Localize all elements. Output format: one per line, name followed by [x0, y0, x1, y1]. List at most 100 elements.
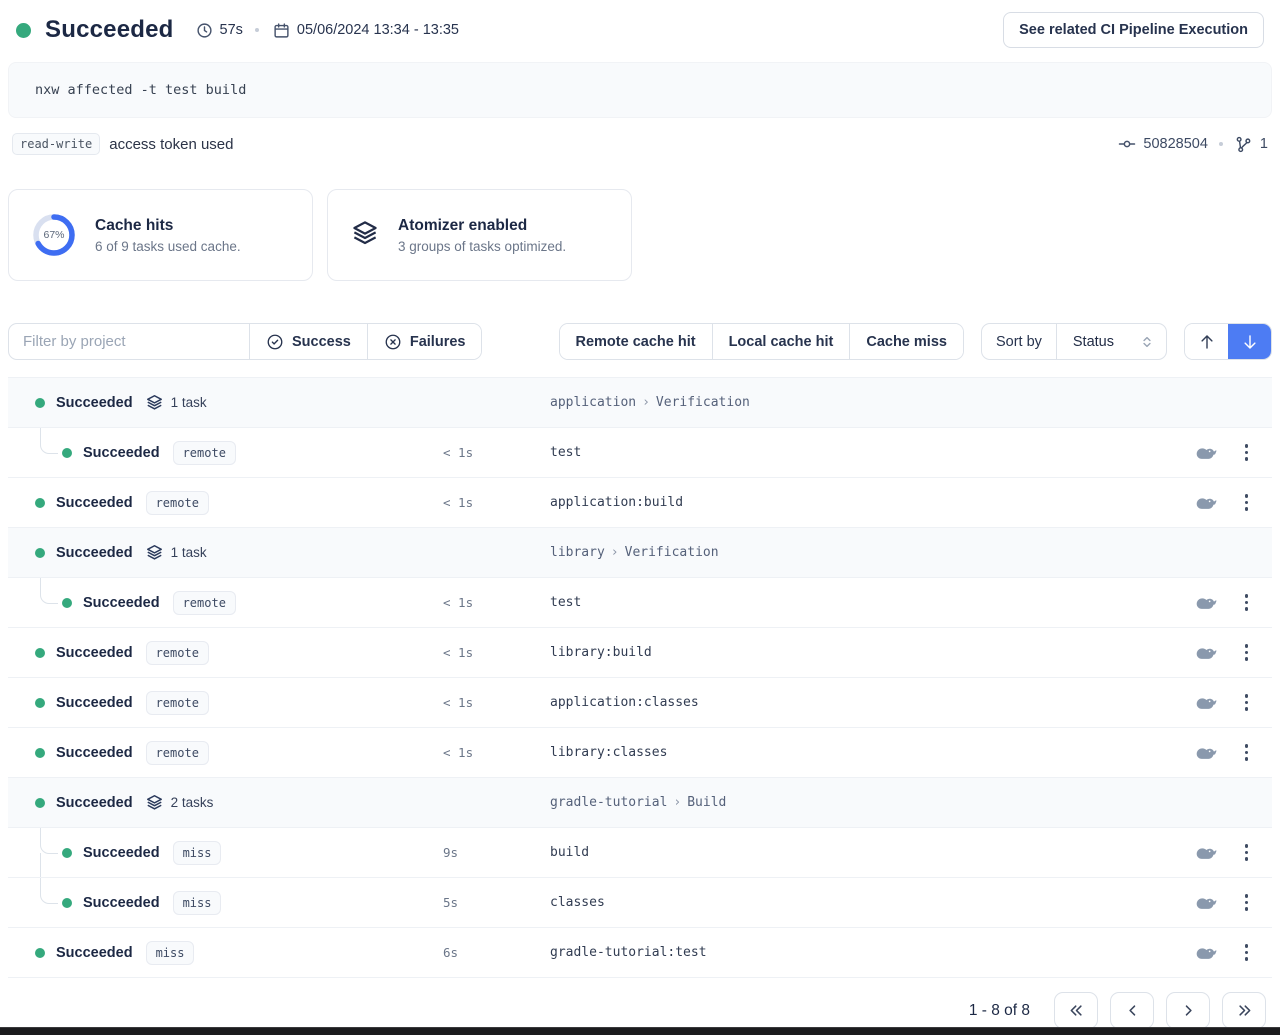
success-filter-label: Success: [292, 334, 351, 350]
header: Succeeded 57s 05/06/2024 13:34 - 13:35 S…: [0, 0, 1280, 56]
sort-ascending-button[interactable]: [1185, 324, 1228, 359]
gradle-elephant-icon[interactable]: [1195, 445, 1217, 460]
atomizer-title: Atomizer enabled: [398, 217, 566, 235]
cache-status-badge: remote: [146, 491, 209, 515]
status-dot: [35, 548, 45, 558]
token-row: read-write access token used 50828504 1: [12, 132, 1268, 156]
filter-by-project-input[interactable]: [9, 324, 249, 359]
run-details-page: { "colors": { "accent_blue": "#4d7cf3", …: [0, 0, 1280, 1035]
commit-info[interactable]: 50828504 1: [1118, 135, 1268, 154]
gradle-elephant-icon[interactable]: [1195, 845, 1217, 860]
chevron-separator: ›: [642, 395, 650, 410]
task-duration: 5s: [443, 895, 458, 910]
status-dot: [62, 598, 72, 608]
row-actions: [1195, 842, 1251, 863]
atomizer-subtitle: 3 groups of tasks optimized.: [398, 239, 566, 254]
gradle-elephant-icon[interactable]: [1195, 945, 1217, 960]
project-filter-group: Success Failures: [8, 323, 482, 360]
sort-select[interactable]: Status: [1056, 324, 1166, 359]
gradle-elephant-icon[interactable]: [1195, 745, 1217, 760]
row-status-label: Succeeded: [83, 445, 160, 461]
last-page-button[interactable]: [1222, 992, 1266, 1029]
run-status-dot: [16, 23, 31, 38]
kebab-menu-icon[interactable]: [1243, 642, 1251, 663]
kebab-menu-icon[interactable]: [1243, 492, 1251, 513]
sort-descending-button[interactable]: [1228, 324, 1271, 359]
task-duration: < 1s: [443, 495, 473, 510]
remote-cache-hit-button[interactable]: Remote cache hit: [560, 324, 712, 359]
task-row[interactable]: Succeededremote< 1sapplication:classes: [8, 678, 1272, 728]
gradle-elephant-icon[interactable]: [1195, 645, 1217, 660]
kebab-menu-icon[interactable]: [1243, 742, 1251, 763]
chevron-separator: ›: [673, 795, 681, 810]
cache-status-badge: remote: [173, 441, 236, 465]
double-chevron-left-icon: [1067, 1001, 1086, 1020]
cache-filter-group: Remote cache hit Local cache hit Cache m…: [559, 323, 964, 360]
task-row[interactable]: Succeededremote< 1stest: [8, 428, 1272, 478]
task-name: library:classes: [550, 745, 667, 760]
sort-by-label: Sort by: [982, 324, 1056, 359]
failures-filter-button[interactable]: Failures: [367, 324, 482, 359]
row-status-label: Succeeded: [56, 695, 133, 711]
filter-toolbar: Success Failures Remote cache hit Local …: [8, 323, 1272, 360]
success-filter-button[interactable]: Success: [249, 324, 367, 359]
first-page-button[interactable]: [1054, 992, 1098, 1029]
layers-icon: [145, 393, 164, 412]
task-row[interactable]: Succeededmiss9sbuild: [8, 828, 1272, 878]
x-circle-icon: [384, 333, 402, 351]
status-dot: [35, 698, 45, 708]
kebab-menu-icon[interactable]: [1243, 842, 1251, 863]
cache-miss-button[interactable]: Cache miss: [849, 324, 963, 359]
kebab-menu-icon[interactable]: [1243, 442, 1251, 463]
task-name: build: [550, 845, 589, 860]
kebab-menu-icon[interactable]: [1243, 592, 1251, 613]
task-row[interactable]: Succeededmiss5sclasses: [8, 878, 1272, 928]
row-status-label: Succeeded: [56, 945, 133, 961]
previous-page-button[interactable]: [1110, 992, 1154, 1029]
task-count: 2 tasks: [171, 795, 214, 810]
row-status-label: Succeeded: [56, 795, 133, 811]
status-dot: [35, 748, 45, 758]
task-row[interactable]: Succeededremote< 1sapplication:build: [8, 478, 1272, 528]
row-status-label: Succeeded: [83, 845, 160, 861]
row-actions: [1195, 692, 1251, 713]
access-token-badge: read-write: [12, 133, 100, 155]
local-cache-hit-button[interactable]: Local cache hit: [712, 324, 850, 359]
status-dot: [35, 648, 45, 658]
kebab-menu-icon[interactable]: [1243, 942, 1251, 963]
gradle-elephant-icon[interactable]: [1195, 595, 1217, 610]
status-dot: [62, 848, 72, 858]
calendar-icon: [273, 22, 290, 39]
task-group-row[interactable]: Succeeded1 taskapplication›Verification: [8, 378, 1272, 428]
row-status-label: Succeeded: [56, 495, 133, 511]
task-name: library:build: [550, 645, 652, 660]
duration-meta: 57s: [196, 22, 243, 39]
atomizer-card[interactable]: Atomizer enabled 3 groups of tasks optim…: [327, 189, 632, 281]
task-row[interactable]: Succeededremote< 1slibrary:classes: [8, 728, 1272, 778]
tree-connector-line: [40, 878, 57, 927]
task-row[interactable]: Succeededremote< 1stest: [8, 578, 1272, 628]
task-duration: < 1s: [443, 595, 473, 610]
task-list: Succeeded1 taskapplication›Verification S…: [8, 377, 1272, 978]
gradle-elephant-icon[interactable]: [1195, 495, 1217, 510]
task-row[interactable]: Succeededmiss6sgradle-tutorial:test: [8, 928, 1272, 978]
gradle-elephant-icon[interactable]: [1195, 695, 1217, 710]
chevron-left-icon: [1123, 1001, 1142, 1020]
sort-direction-group: [1184, 323, 1272, 360]
task-group-row[interactable]: Succeeded2 tasksgradle-tutorial›Build: [8, 778, 1272, 828]
cache-hits-card[interactable]: 67% Cache hits 6 of 9 tasks used cache.: [8, 189, 313, 281]
cache-hits-subtitle: 6 of 9 tasks used cache.: [95, 239, 241, 254]
next-page-button[interactable]: [1166, 992, 1210, 1029]
cache-hit-percent: 67%: [31, 212, 77, 258]
task-duration: 9s: [443, 845, 458, 860]
see-related-ci-pipeline-button[interactable]: See related CI Pipeline Execution: [1003, 12, 1264, 48]
branch-count: 1: [1260, 136, 1268, 152]
gradle-elephant-icon[interactable]: [1195, 895, 1217, 910]
kebab-menu-icon[interactable]: [1243, 692, 1251, 713]
bottom-window-edge: [0, 1027, 1280, 1035]
task-row[interactable]: Succeededremote< 1slibrary:build: [8, 628, 1272, 678]
task-group-row[interactable]: Succeeded1 tasklibrary›Verification: [8, 528, 1272, 578]
cache-status-badge: remote: [173, 591, 236, 615]
kebab-menu-icon[interactable]: [1243, 892, 1251, 913]
run-date-range: 05/06/2024 13:34 - 13:35: [297, 22, 459, 38]
